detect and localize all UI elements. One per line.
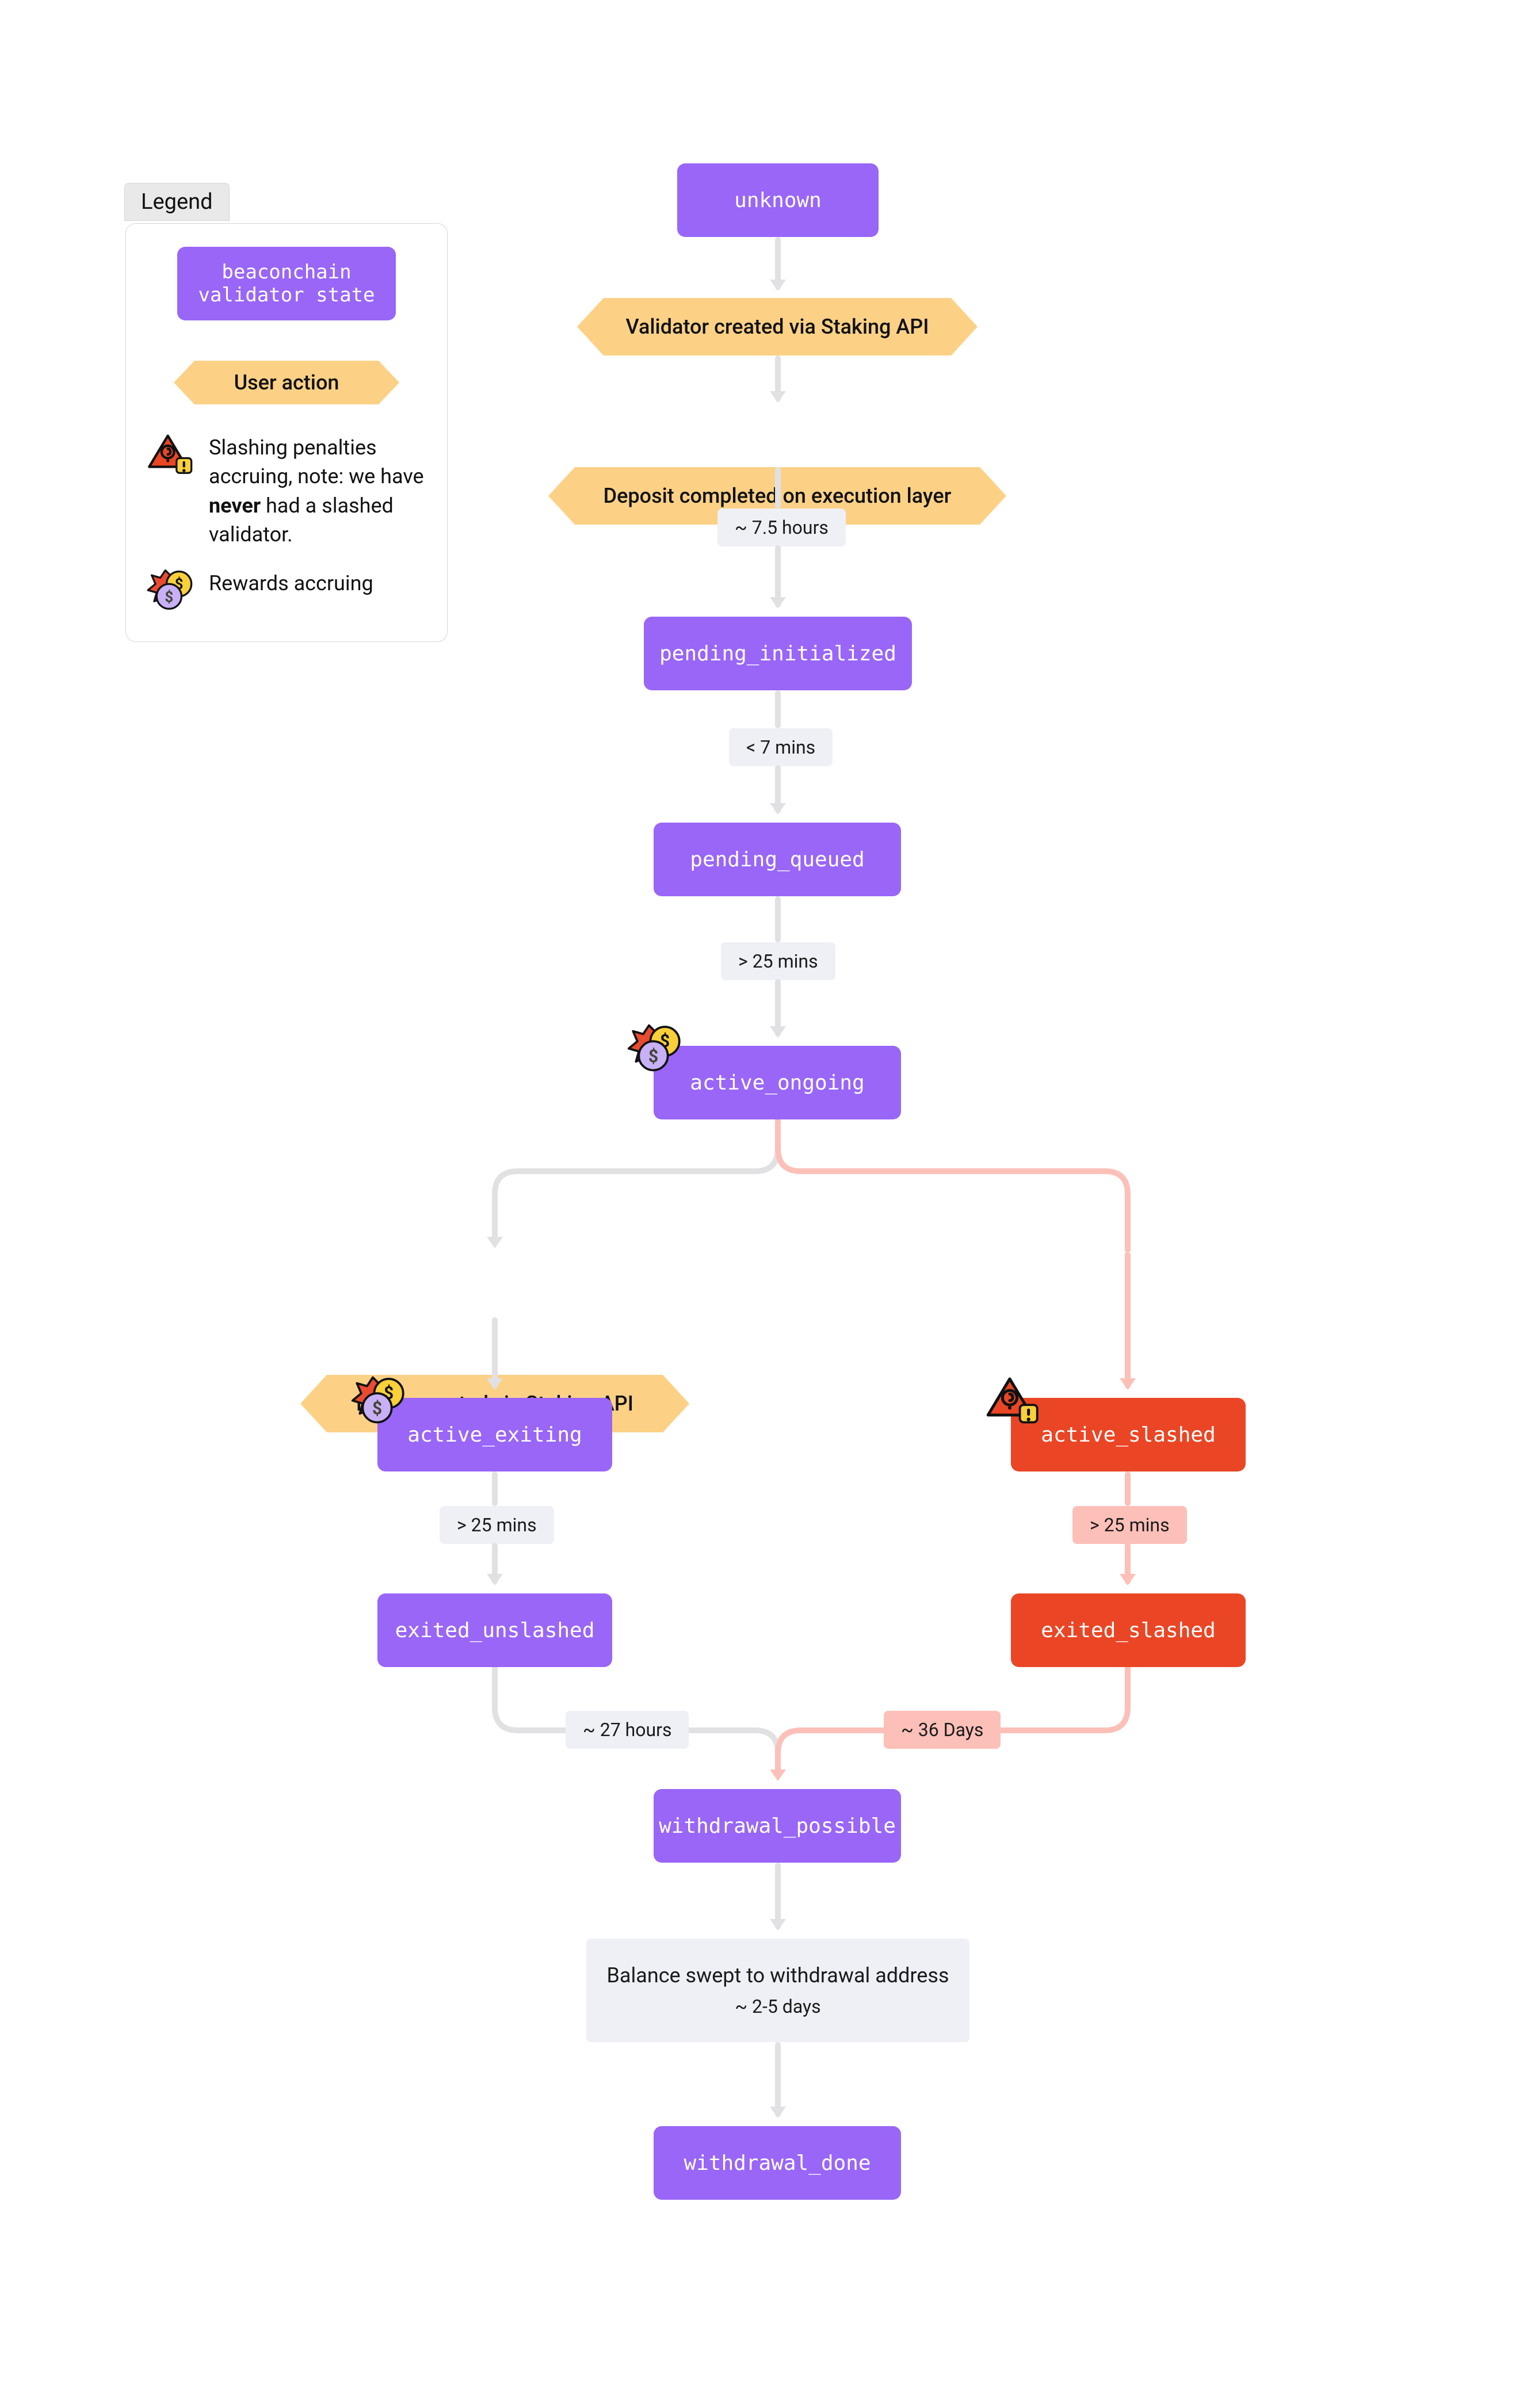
time-36-days: ~ 36 Days — [884, 1711, 1001, 1749]
connector — [492, 1317, 498, 1389]
state-unknown: unknown — [677, 163, 879, 237]
time-7-5-hours: ~ 7.5 hours — [717, 509, 846, 546]
state-active-slashed: active_slashed — [1011, 1398, 1246, 1471]
legend-tab: Legend — [124, 183, 230, 221]
connector — [775, 690, 781, 728]
connector-red — [1125, 1543, 1131, 1584]
rewards-icon — [627, 1024, 682, 1075]
state-withdrawal-possible: withdrawal_possible — [654, 1789, 901, 1863]
state-active-exiting: active_exiting — [377, 1398, 612, 1471]
connector — [775, 1863, 781, 1929]
slashing-icon — [985, 1376, 1040, 1427]
info-sweep-sub: ~ 2-5 days — [735, 1996, 820, 2017]
legend-state-example: beaconchain validator state — [177, 247, 396, 320]
connector — [492, 1471, 498, 1506]
connector — [775, 765, 781, 813]
split-connector — [472, 1119, 1151, 1252]
state-pending-queued: pending_queued — [654, 823, 901, 896]
legend-rewards-text: Rewards accruing — [209, 569, 373, 598]
connector-red — [1125, 1252, 1131, 1389]
legend-box: beaconchain validator state User action … — [125, 223, 448, 642]
state-exited-unslashed: exited_unslashed — [377, 1593, 612, 1667]
connector — [775, 896, 781, 942]
connector — [775, 545, 781, 607]
action-create: Validator created via Staking API — [604, 298, 951, 356]
state-active-ongoing: active_ongoing — [654, 1046, 901, 1119]
state-pending-initialized: pending_initialized — [644, 617, 912, 690]
info-sweep: Balance swept to withdrawal address ~ 2-… — [586, 1939, 969, 2042]
rewards-icon — [147, 569, 194, 613]
connector — [775, 467, 781, 509]
time-gt-25-mins-3: > 25 mins — [1072, 1506, 1187, 1544]
connector — [775, 979, 781, 1037]
connector — [775, 237, 781, 290]
info-sweep-title: Balance swept to withdrawal address — [606, 1963, 949, 1987]
time-gt-25-mins-2: > 25 mins — [440, 1506, 554, 1544]
connector — [775, 2042, 781, 2117]
time-gt-25-mins-1: > 25 mins — [721, 942, 835, 980]
connector-red — [1125, 1471, 1131, 1506]
legend-slashing-text: Slashing penalties accruing, note: we ha… — [209, 433, 426, 549]
time-lt-7-mins: < 7 mins — [729, 728, 833, 766]
rewards-icon — [351, 1376, 406, 1427]
slashing-icon — [147, 433, 194, 477]
connector — [492, 1543, 498, 1584]
state-withdrawal-done: withdrawal_done — [654, 2126, 901, 2200]
state-exited-slashed: exited_slashed — [1011, 1593, 1246, 1667]
legend-user-action-example: User action — [194, 361, 379, 404]
time-27-hours: ~ 27 hours — [566, 1711, 689, 1749]
connector — [775, 356, 781, 402]
